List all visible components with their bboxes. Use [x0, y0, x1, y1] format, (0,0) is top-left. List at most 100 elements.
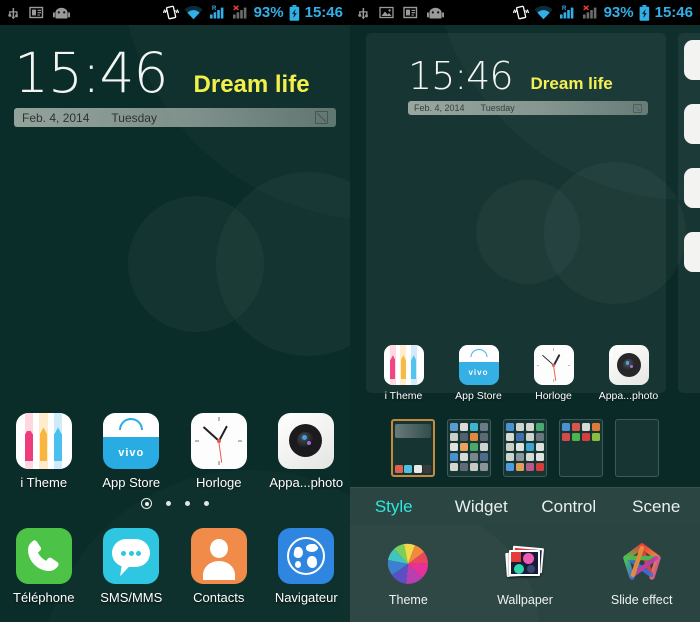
- wifi-icon: [533, 5, 553, 19]
- tool-label: Slide effect: [610, 593, 673, 607]
- thumbnail-widget: [395, 424, 431, 438]
- tab-widget[interactable]: Widget: [438, 497, 526, 517]
- edit-mode-tabbar: Style Widget Control Scene: [350, 487, 700, 525]
- clock-icon: [190, 413, 247, 469]
- vibrate-icon: [512, 5, 529, 20]
- page-preview-stage: [350, 25, 700, 415]
- sim-card-icon: [29, 6, 44, 19]
- page-5-thumbnail[interactable]: [615, 419, 659, 477]
- page-thumbnail-strip: [350, 419, 700, 477]
- wallpaper-circle-large: [216, 172, 350, 356]
- app-item[interactable]: vivo App Store: [93, 413, 169, 490]
- thumbnail-app-grid: [506, 423, 544, 471]
- clock-widget-weekday: Tuesday: [111, 110, 157, 125]
- status-bar[interactable]: R 93% 15:46: [0, 0, 350, 25]
- pencil-blue: [54, 427, 62, 462]
- tab-style[interactable]: Style: [350, 497, 438, 517]
- app-item[interactable]: Horloge: [181, 413, 257, 490]
- dock-item[interactable]: SMS/MMS: [92, 528, 170, 605]
- color-fan-icon: [386, 540, 430, 584]
- message-bubble-icon: [103, 528, 160, 584]
- android-head-icon: [427, 7, 444, 18]
- usb-icon: [358, 8, 368, 20]
- dock: Téléphone SMS/MMS Contacts Navigateur: [0, 528, 350, 605]
- tool-wallpaper[interactable]: Wallpaper: [467, 540, 584, 607]
- android-head-icon: [53, 7, 70, 18]
- dock-item[interactable]: Navigateur: [267, 528, 345, 605]
- dock-label: Téléphone: [13, 590, 75, 605]
- screenshot-root: R 93% 15:46 15:46 Dream life Feb. 4, 201…: [0, 0, 700, 622]
- page-dot[interactable]: [185, 501, 190, 506]
- home-app-row: i Theme vivo App Store Horloge Appa...ph…: [0, 413, 350, 490]
- thumbnail-dock: [395, 465, 431, 473]
- battery-charging-icon: [639, 4, 649, 21]
- pencil-yellow: [39, 427, 48, 462]
- status-bar-clock: 15:46: [654, 4, 693, 21]
- clock-widget[interactable]: 15:46 Dream life Feb. 4, 2014 Tuesday: [14, 42, 336, 127]
- app-label: Appa...photo: [269, 475, 344, 490]
- page-dot[interactable]: [166, 501, 171, 506]
- dock-label: Contacts: [193, 590, 245, 605]
- app-item[interactable]: Appa...photo: [268, 413, 344, 490]
- signal-roaming-icon: R: [559, 6, 573, 19]
- usb-icon: [8, 8, 18, 20]
- photo-front: [509, 550, 540, 576]
- itheme-pencils-icon: [15, 413, 72, 469]
- next-page-card[interactable]: [678, 33, 700, 393]
- tool-theme[interactable]: Theme: [350, 540, 467, 607]
- page-dot-active[interactable]: [141, 498, 152, 509]
- pentagon-star-icon: [620, 540, 664, 584]
- clock-widget-slogan: Dream life: [193, 71, 310, 98]
- clock-widget-time: 15:46: [14, 41, 169, 105]
- tab-scene[interactable]: Scene: [613, 497, 700, 517]
- vibrate-icon: [162, 5, 179, 20]
- status-bar-left-icons: [357, 5, 444, 20]
- signal-no-service-icon: [582, 5, 596, 19]
- pencil-pink: [25, 427, 33, 462]
- svg-text:R: R: [562, 6, 567, 12]
- status-bar-left-icons: [7, 5, 70, 20]
- thumbnail-app-grid: [562, 423, 600, 442]
- clock-widget-date: Feb. 4, 2014: [22, 110, 90, 125]
- dock-item[interactable]: Contacts: [180, 528, 258, 605]
- page-indicator: [0, 498, 350, 509]
- tab-control[interactable]: Control: [525, 497, 613, 517]
- dock-item[interactable]: Téléphone: [5, 528, 83, 605]
- status-bar-clock: 15:46: [304, 4, 343, 21]
- status-bar[interactable]: R 93% 15:46: [350, 0, 700, 25]
- tool-slide-effect[interactable]: Slide effect: [583, 540, 700, 607]
- wifi-icon: [183, 5, 203, 19]
- app-label: App Store: [102, 475, 161, 490]
- camera-icon: [278, 413, 335, 469]
- current-page-card[interactable]: [366, 33, 666, 393]
- tool-label: Wallpaper: [497, 593, 553, 607]
- globe-browser-icon: [278, 528, 335, 584]
- screenshot-image-icon: [379, 6, 394, 19]
- battery-percent-label: 93%: [253, 4, 284, 21]
- battery-percent-label: 93%: [603, 4, 634, 21]
- clock-widget-edit-icon[interactable]: [315, 111, 328, 124]
- person-icon: [190, 528, 247, 584]
- signal-no-service-icon: [232, 5, 246, 19]
- svg-text:R: R: [212, 6, 217, 12]
- signal-roaming-icon: R: [209, 6, 223, 19]
- page-3-thumbnail[interactable]: [503, 419, 547, 477]
- phone-handset-icon: [15, 528, 72, 584]
- sim-card-icon: [403, 6, 418, 19]
- page-2-thumbnail[interactable]: [447, 419, 491, 477]
- home-screen-panel: R 93% 15:46 15:46 Dream life Feb. 4, 201…: [0, 0, 350, 622]
- clock-widget-datebar[interactable]: Feb. 4, 2014 Tuesday: [14, 108, 336, 127]
- dock-label: Navigateur: [274, 590, 338, 605]
- thumbnail-app-grid: [450, 423, 488, 471]
- status-bar-right-icons: R 93% 15:46: [162, 4, 343, 21]
- photos-stack-icon: [503, 540, 547, 584]
- style-tool-panel: Theme Wallpaper Slide effect: [350, 525, 700, 622]
- page-4-thumbnail[interactable]: [559, 419, 603, 477]
- page-1-thumbnail[interactable]: [391, 419, 435, 477]
- battery-charging-icon: [289, 4, 299, 21]
- app-item[interactable]: i Theme: [6, 413, 82, 490]
- page-dot[interactable]: [204, 501, 209, 506]
- status-bar-right-icons: R 93% 15:46: [512, 4, 693, 21]
- app-label: i Theme: [20, 475, 68, 490]
- app-label: Horloge: [195, 475, 242, 490]
